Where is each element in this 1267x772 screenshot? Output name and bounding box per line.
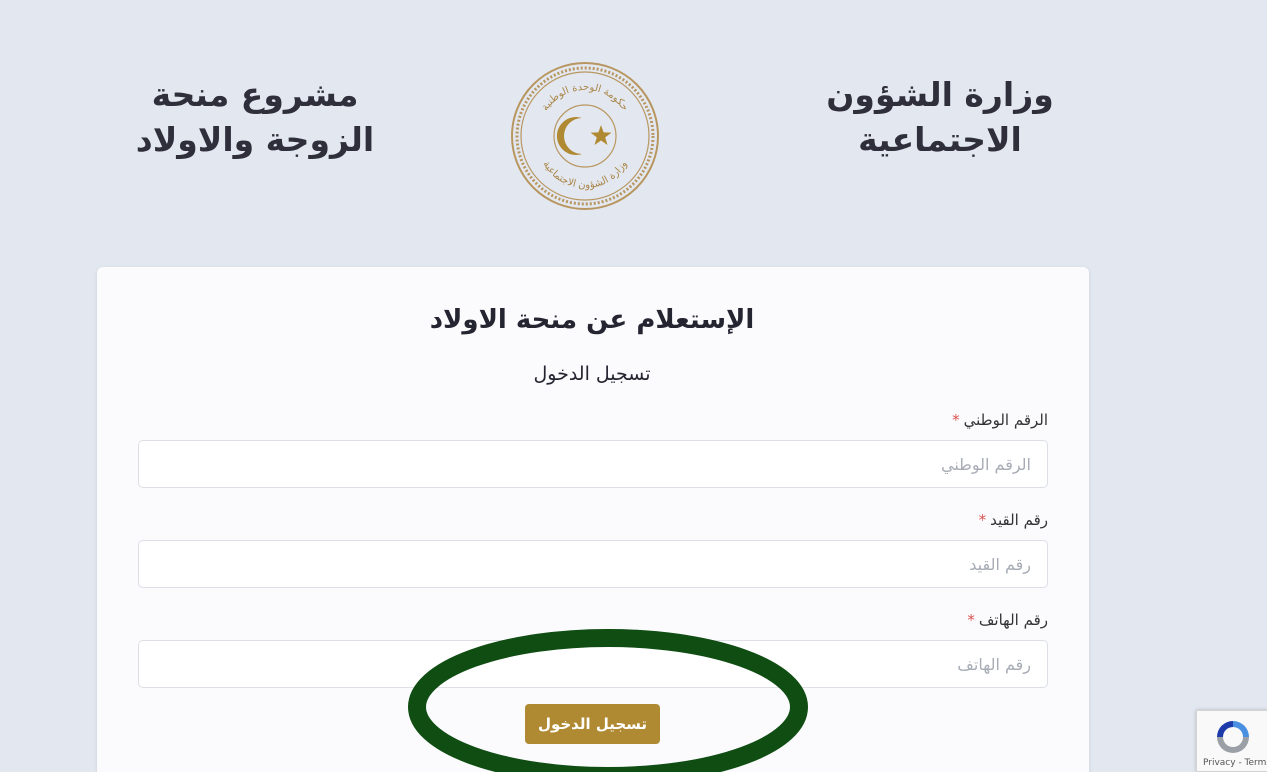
- registry-number-input[interactable]: [138, 540, 1048, 588]
- phone-number-label-text: رقم الهاتف: [978, 611, 1048, 629]
- login-card: الإستعلام عن منحة الاولاد تسجيل الدخول ا…: [97, 267, 1089, 772]
- required-mark: *: [967, 611, 975, 629]
- ministry-title-line1: وزارة الشؤون: [826, 75, 1054, 114]
- registry-number-label: رقم القيد*: [979, 511, 1048, 529]
- svg-text:وزارة الشؤون الاجتماعية: وزارة الشؤون الاجتماعية: [540, 159, 629, 191]
- svg-text:حكومة الوحدة الوطنية: حكومة الوحدة الوطنية: [540, 82, 631, 113]
- national-id-label: الرقم الوطني*: [952, 411, 1048, 429]
- project-title-line2: الزوجة والاولاد: [135, 120, 375, 159]
- recaptcha-links[interactable]: Privacy - Terms: [1203, 758, 1267, 768]
- login-subtitle: تسجيل الدخول: [533, 363, 651, 385]
- required-mark: *: [952, 411, 960, 429]
- seal-text-bottom: وزارة الشؤون الاجتماعية: [540, 159, 629, 191]
- phone-number-label: رقم الهاتف*: [967, 611, 1048, 629]
- page-title: الإستعلام عن منحة الاولاد: [429, 305, 755, 335]
- ministry-seal-logo: حكومة الوحدة الوطنية وزارة الشؤون الاجتم…: [511, 62, 659, 210]
- star-icon: [590, 125, 612, 145]
- login-button[interactable]: تسجيل الدخول: [525, 704, 660, 744]
- required-mark: *: [978, 511, 987, 529]
- registry-number-label-text: رقم القيد: [990, 511, 1048, 529]
- national-id-label-text: الرقم الوطني: [963, 411, 1048, 429]
- phone-number-input[interactable]: [138, 640, 1048, 688]
- ministry-title-line2: الاجتماعية: [858, 120, 1022, 159]
- national-id-input[interactable]: [138, 440, 1048, 488]
- recaptcha-badge[interactable]: Privacy - Terms: [1196, 710, 1267, 772]
- project-title-line1: مشروع منحة: [151, 75, 359, 114]
- seal-text-top: حكومة الوحدة الوطنية: [540, 82, 631, 113]
- recaptcha-icon: [1217, 721, 1249, 753]
- crescent-icon: [556, 117, 582, 155]
- project-title: مشروع منحة الزوجة والاولاد: [120, 72, 390, 162]
- ministry-title: وزارة الشؤون الاجتماعية: [815, 72, 1065, 162]
